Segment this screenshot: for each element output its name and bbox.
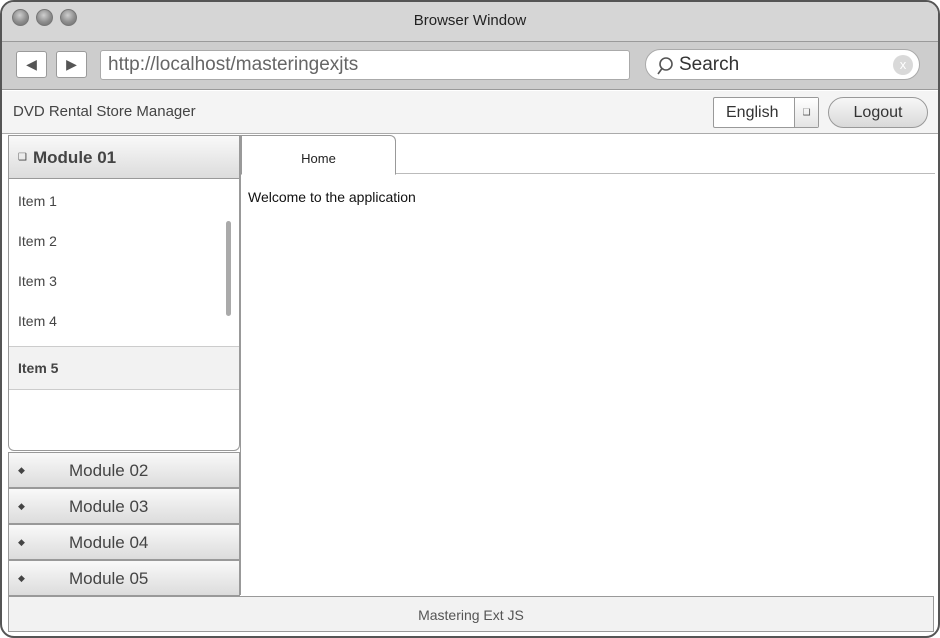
forward-button[interactable]: ▶: [56, 51, 87, 78]
module-icon: ❑: [18, 152, 27, 163]
list-item[interactable]: Item 3: [18, 273, 57, 289]
list-item[interactable]: Item 1: [18, 193, 57, 209]
list-item[interactable]: Item 2: [18, 233, 57, 249]
search-field[interactable]: Search x: [645, 49, 920, 80]
module-title: Module 01: [33, 148, 117, 167]
module-05-header[interactable]: ◆ Module 05: [8, 560, 240, 596]
app-header: DVD Rental Store Manager English ❑ Logou…: [2, 91, 938, 134]
dropdown-trigger-icon[interactable]: ❑: [794, 98, 818, 127]
module-item-list: Item 1 Item 2 Item 3 Item 4 Item 5: [8, 179, 240, 451]
tab-strip: Home: [241, 135, 935, 175]
title-bar: Browser Window: [2, 2, 938, 42]
footer: Mastering Ext JS: [8, 596, 934, 632]
module-03-header[interactable]: ◆ Module 03: [8, 488, 240, 524]
list-item[interactable]: Item 4: [18, 313, 57, 329]
list-item-label: Item 5: [18, 360, 59, 376]
window-title: Browser Window: [413, 12, 527, 29]
search-icon: [656, 56, 674, 81]
list-scrollbar[interactable]: [226, 221, 231, 316]
welcome-message: Welcome to the application: [248, 189, 416, 205]
clear-search-icon[interactable]: x: [893, 55, 913, 75]
main-panel: Home Welcome to the application: [240, 135, 935, 595]
module-04-header[interactable]: ◆ Module 04: [8, 524, 240, 560]
language-value: English: [726, 104, 779, 121]
tab-label: Home: [301, 151, 336, 166]
address-toolbar: ◀ ▶ http://localhost/masteringexjts Sear…: [2, 42, 938, 90]
back-button[interactable]: ◀: [16, 51, 47, 78]
module-01-header[interactable]: ❑ Module 01: [8, 135, 240, 179]
module-label: Module 02: [69, 461, 149, 480]
app-title: DVD Rental Store Manager: [13, 103, 196, 120]
diamond-icon: ◆: [18, 501, 25, 511]
logout-button[interactable]: Logout: [828, 97, 928, 128]
list-item-selected[interactable]: Item 5: [9, 346, 239, 390]
module-02-header[interactable]: ◆ Module 02: [8, 452, 240, 488]
tab-home[interactable]: Home: [241, 135, 396, 175]
diamond-icon: ◆: [18, 573, 25, 583]
url-field[interactable]: http://localhost/masteringexjts: [100, 50, 630, 80]
browser-window: Browser Window ◀ ▶ http://localhost/mast…: [0, 0, 940, 638]
module-label: Module 04: [69, 533, 149, 552]
diamond-icon: ◆: [18, 537, 25, 547]
module-label: Module 05: [69, 569, 149, 588]
module-label: Module 03: [69, 497, 149, 516]
forward-arrow-icon: ▶: [66, 56, 77, 72]
footer-text: Mastering Ext JS: [418, 607, 524, 623]
diamond-icon: ◆: [18, 465, 25, 475]
search-placeholder: Search: [679, 54, 740, 75]
back-arrow-icon: ◀: [26, 56, 37, 72]
sidebar: ❑ Module 01 Item 1 Item 2 Item 3 Item 4 …: [8, 135, 240, 596]
language-select[interactable]: English ❑: [713, 97, 819, 128]
